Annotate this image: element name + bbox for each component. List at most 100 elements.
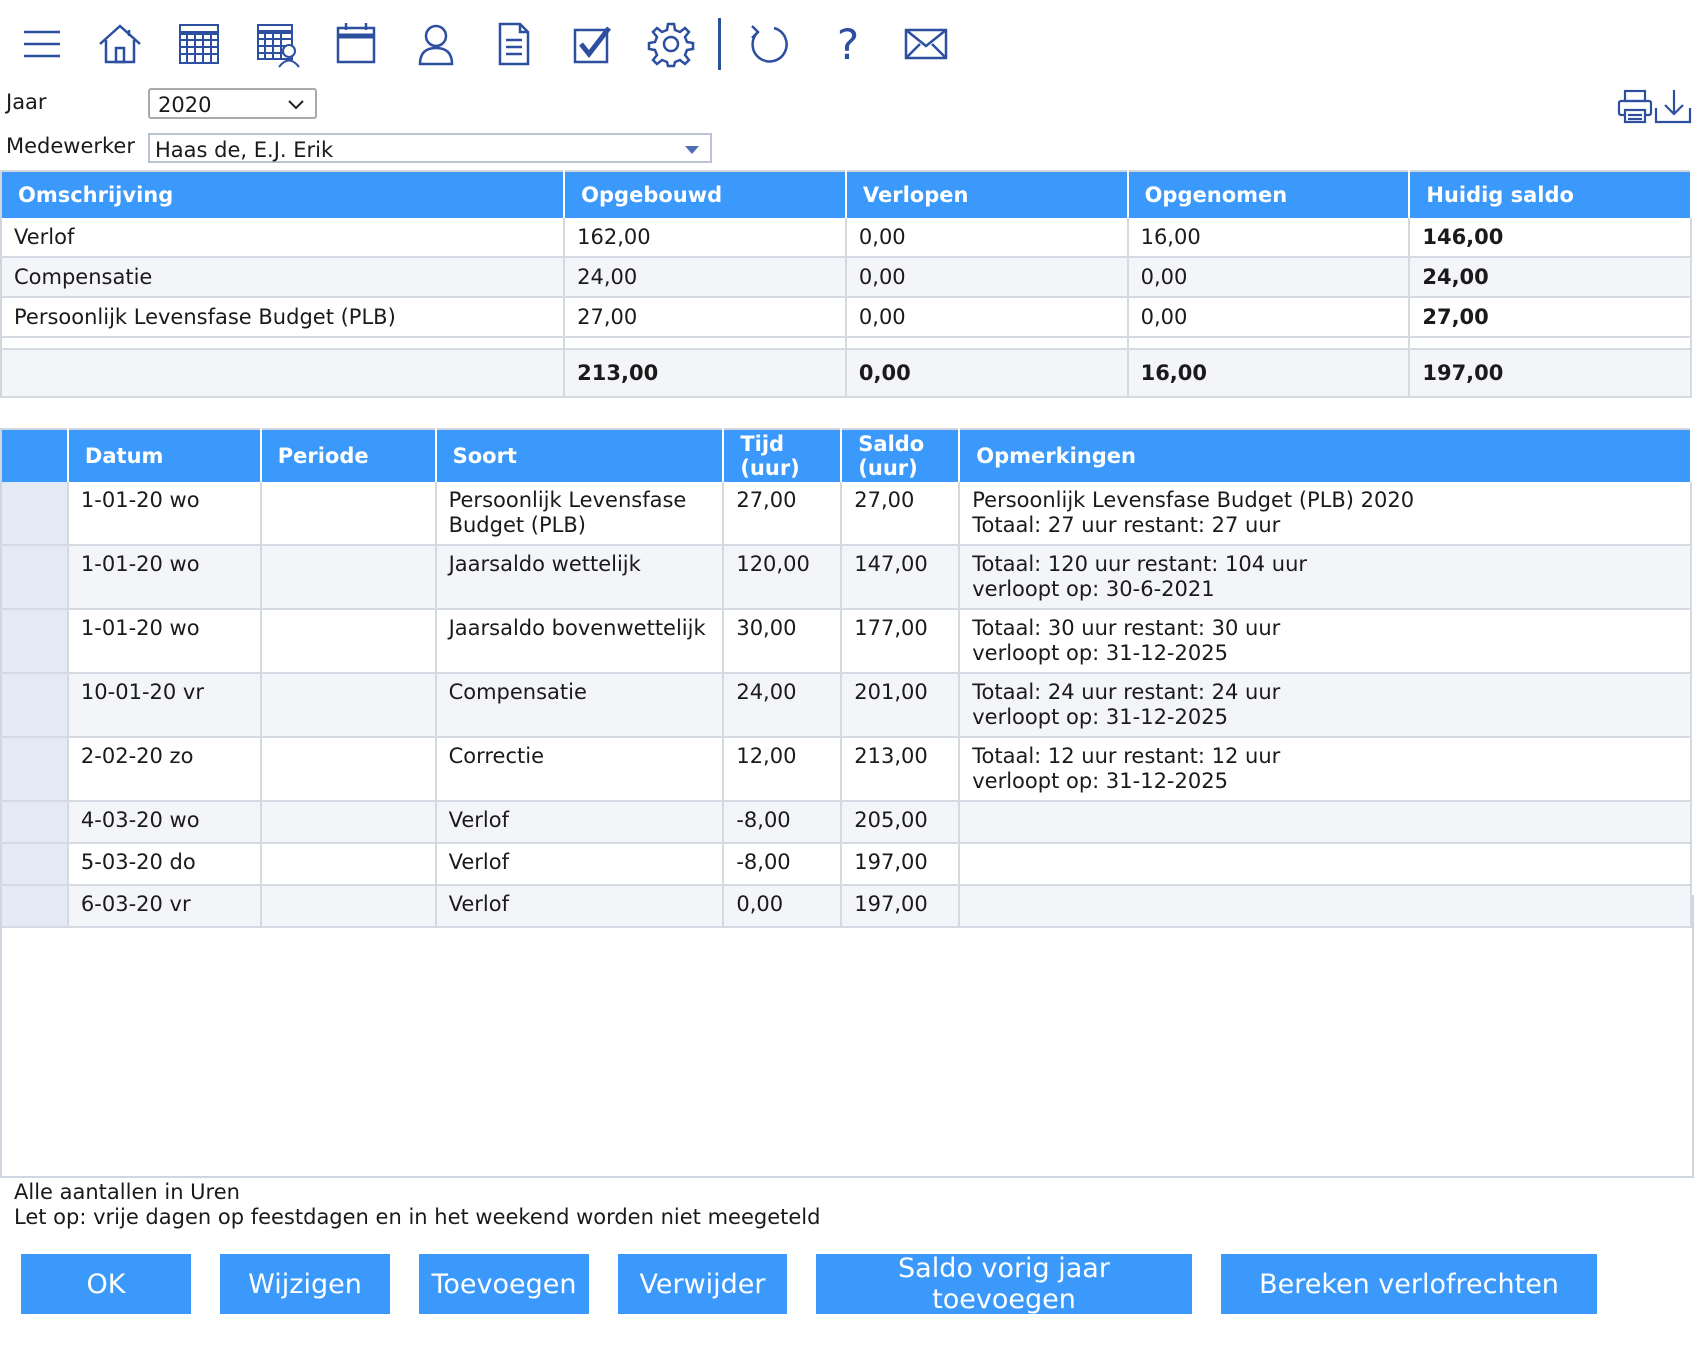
table-row[interactable]: 4-03-20 wo Verlof -8,00 205,00	[1, 801, 1692, 844]
units-note: Alle aantallen in Uren	[14, 1180, 240, 1204]
holiday-note: Let op: vrije dagen op feestdagen en in …	[14, 1205, 821, 1229]
cell-opmerkingen: Totaal: 24 uur restant: 24 uur verloopt o…	[959, 673, 1692, 738]
cell-datum: 1-01-20 wo	[67, 482, 262, 546]
table-row[interactable]: 1-01-20 wo Jaarsaldo bovenwettelijk 30,0…	[1, 609, 1692, 674]
cell-opgenomen: 0,00	[1127, 257, 1411, 298]
summary-header-row: Omschrijving Opgebouwd Verlopen Opgenome…	[1, 171, 1692, 218]
toolbar: ?	[0, 0, 1000, 90]
col-tijd[interactable]: Tijd (uur)	[723, 429, 843, 482]
cell-datum: 10-01-20 vr	[67, 673, 262, 738]
cell-periode	[260, 673, 437, 738]
col-omschrijving[interactable]: Omschrijving	[1, 171, 566, 218]
row-selector[interactable]	[1, 673, 69, 738]
toolbar-separator	[718, 18, 721, 70]
cell-huidig-saldo: 24,00	[1409, 257, 1692, 298]
col-huidig-saldo[interactable]: Huidig saldo	[1409, 171, 1692, 218]
cell-periode	[260, 609, 437, 674]
chevron-down-icon	[287, 92, 305, 116]
col-verlopen[interactable]: Verlopen	[845, 171, 1129, 218]
cell-saldo: 147,00	[841, 545, 961, 610]
cell-tijd: 27,00	[723, 482, 843, 546]
print-icon[interactable]	[1615, 86, 1655, 126]
col-periode[interactable]: Periode	[260, 429, 437, 482]
user-icon[interactable]	[408, 16, 464, 72]
row-selector[interactable]	[1, 801, 69, 844]
menu-icon[interactable]	[14, 16, 70, 72]
opm-line2: verloopt op: 31-12-2025	[972, 705, 1228, 729]
summary-row[interactable]: Persoonlijk Levensfase Budget (PLB) 27,0…	[1, 297, 1692, 338]
row-selector[interactable]	[1, 737, 69, 802]
delete-button[interactable]: Verwijder	[618, 1254, 787, 1314]
table-empty-area	[0, 895, 1694, 1178]
table-row[interactable]: 2-02-20 zo Correctie 12,00 213,00 Totaal…	[1, 737, 1692, 802]
cell-opmerkingen: Totaal: 30 uur restant: 30 uur verloopt o…	[959, 609, 1692, 674]
calendar-grid-icon[interactable]	[171, 16, 227, 72]
col-soort[interactable]: Soort	[435, 429, 725, 482]
cell-datum: 5-03-20 do	[67, 843, 262, 886]
summary-total-row: 213,00 0,00 16,00 197,00	[1, 349, 1692, 398]
add-previous-balance-button[interactable]: Saldo vorig jaar toevoegen	[816, 1253, 1192, 1315]
table-row[interactable]: 10-01-20 vr Compensatie 24,00 201,00 Tot…	[1, 673, 1692, 738]
spacer-cell	[1409, 337, 1692, 350]
table-row[interactable]: 1-01-20 wo Persoonlijk Levensfase Budget …	[1, 482, 1692, 546]
table-row[interactable]: 5-03-20 do Verlof -8,00 197,00	[1, 843, 1692, 886]
dropdown-arrow-icon	[684, 136, 700, 160]
opm-line1: Totaal: 120 uur restant: 104 uur	[972, 552, 1308, 576]
calculate-leave-button[interactable]: Bereken verlofrechten	[1221, 1254, 1597, 1314]
settings-icon[interactable]	[643, 16, 699, 72]
table-row[interactable]: 1-01-20 wo Jaarsaldo wettelijk 120,00 14…	[1, 545, 1692, 610]
cell-verlopen: 0,00	[845, 297, 1129, 338]
opm-line2: Totaal: 27 uur restant: 27 uur	[972, 513, 1281, 537]
help-glyph: ?	[836, 19, 860, 69]
summary-table: Omschrijving Opgebouwd Verlopen Opgenome…	[0, 170, 1692, 398]
col-opgebouwd[interactable]: Opgebouwd	[564, 171, 847, 218]
cell-periode	[260, 545, 437, 610]
summary-row[interactable]: Compensatie 24,00 0,00 0,00 24,00	[1, 257, 1692, 298]
add-button[interactable]: Toevoegen	[419, 1254, 589, 1314]
cell-saldo: 177,00	[841, 609, 961, 674]
year-select[interactable]: 2020	[148, 88, 317, 119]
opm-line1: Persoonlijk Levensfase Budget (PLB) 2020	[972, 488, 1415, 512]
cell-saldo: 27,00	[841, 482, 961, 546]
edit-button[interactable]: Wijzigen	[220, 1254, 390, 1314]
col-saldo-line1: Saldo	[858, 432, 925, 456]
col-saldo[interactable]: Saldo (uur)	[841, 429, 961, 482]
soort-line1: Correctie	[448, 744, 544, 768]
cell-soort: Verlof	[435, 843, 725, 886]
document-icon[interactable]	[486, 16, 542, 72]
row-selector[interactable]	[1, 843, 69, 886]
employee-select[interactable]: Haas de, E.J. Erik	[148, 133, 712, 163]
ok-button[interactable]: OK	[21, 1254, 191, 1314]
mail-icon[interactable]	[898, 16, 954, 72]
employee-select-value: Haas de, E.J. Erik	[155, 138, 334, 162]
row-selector[interactable]	[1, 482, 69, 546]
home-icon[interactable]	[92, 16, 148, 72]
cell-datum: 2-02-20 zo	[67, 737, 262, 802]
schedule-person-icon[interactable]	[251, 16, 307, 72]
help-icon[interactable]: ?	[820, 16, 876, 72]
opm-line1: Totaal: 24 uur restant: 24 uur	[972, 680, 1281, 704]
col-datum[interactable]: Datum	[67, 429, 262, 482]
summary-row[interactable]: Verlof 162,00 0,00 16,00 146,00	[1, 218, 1692, 258]
cell-tijd: -8,00	[723, 843, 843, 886]
col-selector	[1, 429, 69, 482]
cell-soort: Correctie	[435, 737, 725, 802]
soort-line1: Persoonlijk Levensfase	[448, 488, 687, 512]
calendar-icon[interactable]	[328, 16, 384, 72]
soort-line2: Budget (PLB)	[448, 513, 586, 537]
cell-datum: 4-03-20 wo	[67, 801, 262, 844]
cell-periode	[260, 482, 437, 546]
col-opmerkingen[interactable]: Opmerkingen	[959, 429, 1692, 482]
mutations-header-row: Datum Periode Soort Tijd (uur) Saldo (uu…	[1, 429, 1692, 482]
download-icon[interactable]	[1652, 86, 1692, 126]
checkbox-icon[interactable]	[565, 16, 621, 72]
col-opgenomen[interactable]: Opgenomen	[1127, 171, 1411, 218]
total-huidig-saldo: 197,00	[1409, 349, 1692, 398]
cell-omschrijving: Persoonlijk Levensfase Budget (PLB)	[1, 297, 566, 338]
total-opgebouwd: 213,00	[564, 349, 847, 398]
cell-periode	[260, 843, 437, 886]
cell-periode	[260, 737, 437, 802]
row-selector[interactable]	[1, 545, 69, 610]
row-selector[interactable]	[1, 609, 69, 674]
refresh-icon[interactable]	[740, 16, 796, 72]
